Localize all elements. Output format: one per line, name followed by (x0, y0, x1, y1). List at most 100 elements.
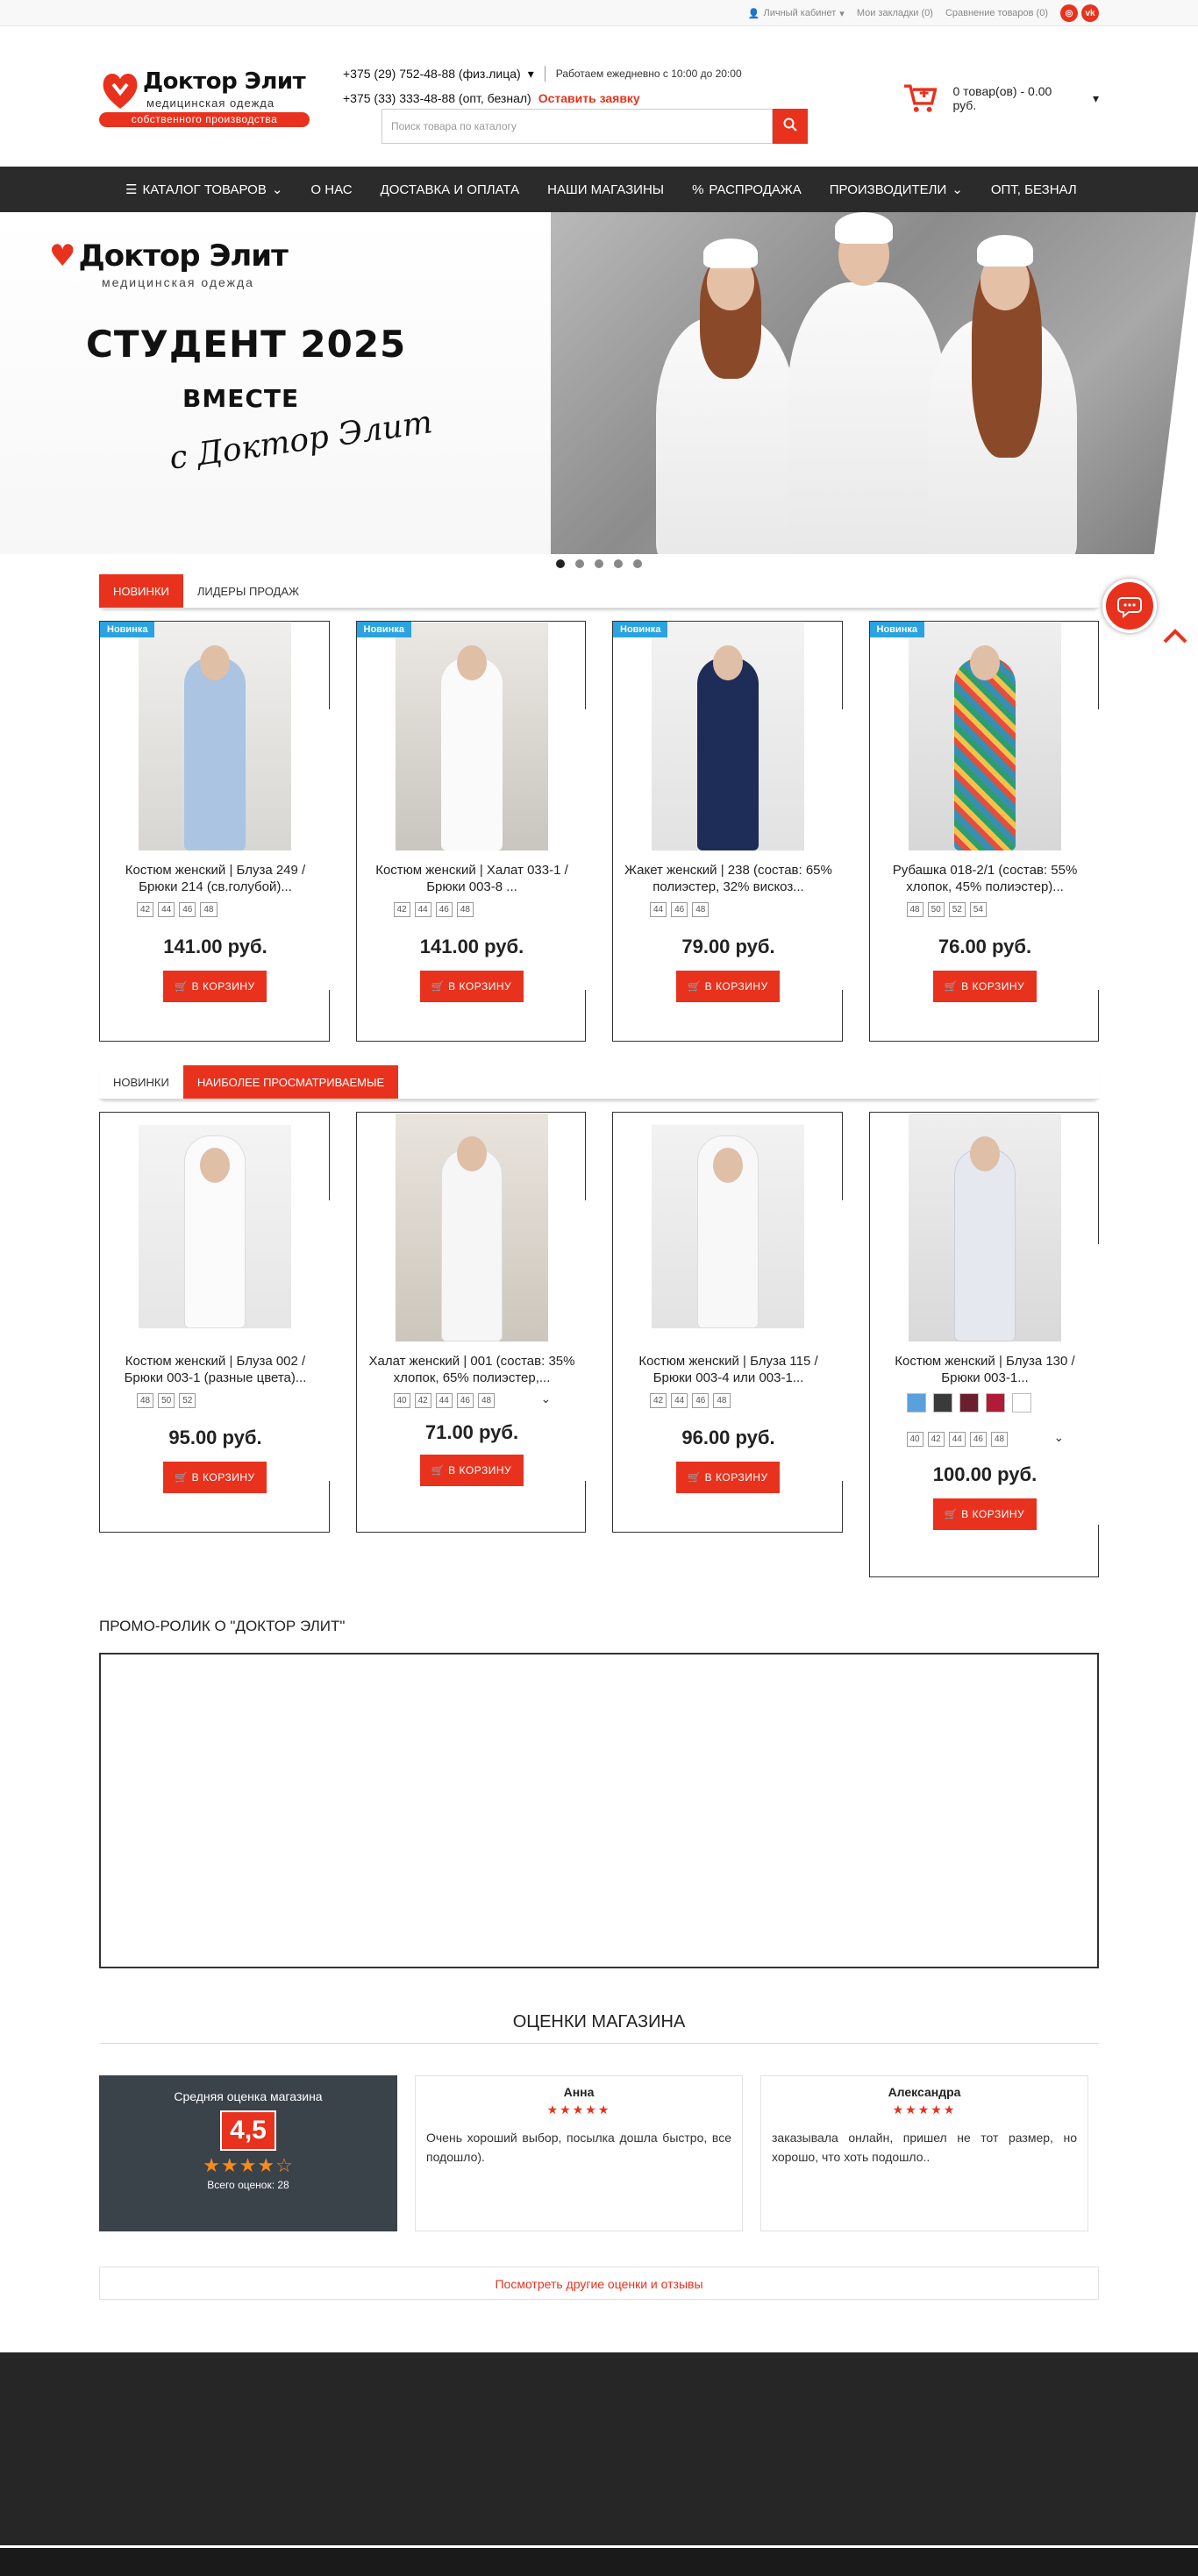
add-to-cart-button[interactable]: 🛒 В КОРЗИНУ (163, 1462, 267, 1493)
size-option[interactable]: 44 (435, 1393, 453, 1408)
product-name[interactable]: Костюм женский | Блуза 130 / Брюки 003-1… (879, 1353, 1092, 1386)
tab-bestsellers[interactable]: Лидеры продаж (183, 574, 313, 608)
size-option[interactable]: 42 (393, 902, 410, 917)
product-image[interactable] (395, 623, 548, 850)
size-option[interactable]: 42 (927, 1432, 945, 1447)
size-option[interactable]: 46 (179, 902, 196, 917)
chevron-down-icon[interactable]: ▾ (528, 61, 534, 86)
color-swatch[interactable] (959, 1393, 979, 1413)
search-input[interactable] (382, 109, 773, 144)
nav-catalog[interactable]: ☰ Каталог товаров ⌄ (99, 167, 296, 212)
chevron-down-icon[interactable]: ⌄ (541, 1391, 552, 1406)
product-image[interactable] (908, 1114, 1061, 1341)
nav-sale[interactable]: % Распродажа (678, 167, 816, 212)
size-option[interactable]: 50 (927, 902, 945, 917)
slide-dot[interactable] (595, 559, 603, 568)
product-image[interactable] (652, 1125, 804, 1328)
product-image[interactable] (139, 623, 291, 850)
size-option[interactable]: 46 (456, 1393, 474, 1408)
slide-dot[interactable] (556, 559, 565, 568)
order-request-link[interactable]: Оставить заявку (538, 86, 640, 110)
nav-wholesale[interactable]: Опт, безнал (977, 167, 1091, 212)
size-option[interactable]: 42 (414, 1393, 431, 1408)
product-image[interactable] (139, 1125, 291, 1328)
size-option[interactable]: 52 (179, 1393, 196, 1408)
search-button[interactable] (773, 109, 808, 144)
product-image[interactable] (395, 1114, 548, 1341)
add-to-cart-button[interactable]: 🛒 В КОРЗИНУ (163, 971, 267, 1002)
product-card[interactable]: Костюм женский | Блуза 002 / Брюки 003-1… (99, 1112, 331, 1533)
size-option[interactable]: 48 (991, 1432, 1009, 1447)
product-card[interactable]: Новинка Костюм женский | Блуза 249 / Брю… (99, 621, 331, 1042)
size-option[interactable]: 52 (948, 902, 966, 917)
size-option[interactable]: 46 (969, 1432, 987, 1447)
size-option[interactable]: 48 (906, 902, 923, 917)
product-card[interactable]: Халат женский | 001 (состав: 35% хлопок,… (355, 1112, 587, 1533)
chevron-down-icon[interactable]: ⌄ (1054, 1430, 1065, 1445)
add-to-cart-button[interactable]: 🛒 В КОРЗИНУ (676, 971, 780, 1002)
product-card[interactable]: Костюм женский | Блуза 115 / Брюки 003-4… (612, 1112, 844, 1533)
vk-icon[interactable]: vk (1081, 4, 1099, 22)
product-name[interactable]: Халат женский | 001 (состав: 35% хлопок,… (366, 1353, 579, 1386)
account-menu[interactable]: 👤 Личный кабинет ▾ (748, 8, 845, 19)
size-option[interactable]: 46 (671, 902, 688, 917)
product-name[interactable]: Жакет женский | 238 (состав: 65% полиэст… (622, 862, 835, 895)
tab-most-viewed[interactable]: Наиболее просматриваемые (182, 1065, 399, 1099)
tab-new[interactable]: Новинки (99, 574, 183, 608)
nav-about[interactable]: О нас (296, 167, 366, 212)
size-option[interactable]: 48 (713, 1393, 731, 1408)
more-reviews-link[interactable]: Посмотреть другие оценки и отзывы (99, 2266, 1099, 2300)
size-option[interactable]: 44 (650, 902, 667, 917)
product-card[interactable]: Новинка Костюм женский | Халат 033-1 / Б… (355, 621, 587, 1042)
size-option[interactable]: 44 (158, 902, 175, 917)
color-swatch[interactable] (906, 1393, 926, 1413)
product-name[interactable]: Рубашка 018-2/1 (состав: 55% хлопок, 45%… (879, 862, 1092, 895)
size-option[interactable]: 48 (478, 1393, 496, 1408)
add-to-cart-button[interactable]: 🛒 В КОРЗИНУ (676, 1462, 780, 1493)
logo[interactable]: Доктор Элит медицинская одежда собственн… (99, 68, 318, 130)
product-name[interactable]: Костюм женский | Блуза 002 / Брюки 003-1… (109, 1353, 322, 1386)
size-option[interactable]: 40 (906, 1432, 923, 1447)
size-option[interactable]: 48 (137, 1393, 154, 1408)
compare-link[interactable]: Сравнение товаров (0) (945, 8, 1048, 18)
size-option[interactable]: 44 (948, 1432, 966, 1447)
size-option[interactable]: 54 (969, 902, 987, 917)
color-swatch[interactable] (985, 1393, 1005, 1413)
color-swatch[interactable] (1011, 1393, 1031, 1413)
size-option[interactable]: 48 (200, 902, 217, 917)
tab-new[interactable]: Новинки (99, 1065, 183, 1099)
phone-retail[interactable]: +375 (29) 752-48-88 (физ.лица) (343, 61, 521, 86)
product-card[interactable]: Новинка Жакет женский | 238 (состав: 65%… (612, 621, 844, 1042)
product-name[interactable]: Костюм женский | Блуза 115 / Брюки 003-4… (622, 1353, 835, 1386)
add-to-cart-button[interactable]: 🛒 В КОРЗИНУ (932, 1498, 1037, 1530)
product-name[interactable]: Костюм женский | Халат 033-1 / Брюки 003… (366, 862, 579, 895)
hero-banner[interactable]: ♥ Доктор Элит медицинская одежда СТУДЕНТ … (0, 212, 1198, 554)
chat-button[interactable] (1102, 579, 1157, 633)
phone-wholesale[interactable]: +375 (33) 333-48-88 (опт, безнал) (343, 86, 531, 110)
size-option[interactable]: 42 (137, 902, 154, 917)
size-option[interactable]: 48 (692, 902, 710, 917)
size-option[interactable]: 42 (650, 1393, 667, 1408)
size-option[interactable]: 44 (414, 902, 431, 917)
instagram-icon[interactable]: ◎ (1060, 4, 1078, 22)
add-to-cart-button[interactable]: 🛒 В КОРЗИНУ (419, 1455, 524, 1486)
cart-summary[interactable]: 0 товар(ов) - 0.00 руб. ▾ (902, 81, 1099, 116)
add-to-cart-button[interactable]: 🛒 В КОРЗИНУ (932, 971, 1037, 1002)
product-image[interactable] (908, 623, 1061, 850)
nav-manufacturers[interactable]: Производители ⌄ (816, 167, 977, 212)
slide-dot[interactable] (614, 559, 623, 568)
nav-shops[interactable]: Наши магазины (533, 167, 678, 212)
size-option[interactable]: 44 (671, 1393, 688, 1408)
slide-dot[interactable] (633, 559, 642, 568)
color-swatch[interactable] (932, 1393, 952, 1413)
promo-video[interactable] (99, 1653, 1099, 1968)
product-card[interactable]: Костюм женский | Блуза 130 / Брюки 003-1… (868, 1112, 1100, 1577)
size-option[interactable]: 40 (393, 1393, 410, 1408)
size-option[interactable]: 46 (692, 1393, 710, 1408)
product-card[interactable]: Новинка Рубашка 018-2/1 (состав: 55% хло… (868, 621, 1100, 1042)
product-image[interactable] (652, 623, 804, 850)
size-option[interactable]: 46 (435, 902, 453, 917)
slide-dot[interactable] (575, 559, 584, 568)
add-to-cart-button[interactable]: 🛒 В КОРЗИНУ (419, 971, 524, 1002)
bookmarks-link[interactable]: Мои закладки (0) (857, 8, 933, 18)
